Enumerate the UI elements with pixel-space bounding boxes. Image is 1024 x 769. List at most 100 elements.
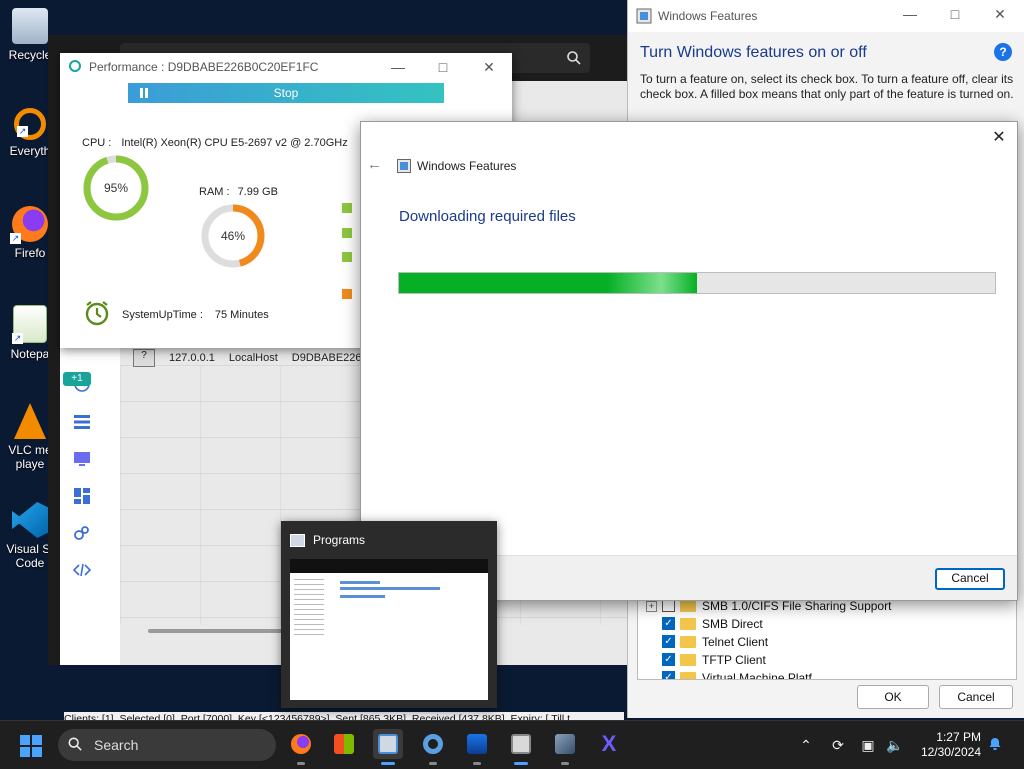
- ram-percent-label: 46%: [220, 229, 246, 243]
- close-button[interactable]: ✕: [990, 4, 1010, 24]
- back-arrow-icon[interactable]: ←: [367, 157, 383, 173]
- recycle-bin-icon: [12, 8, 48, 44]
- clock-time: 1:27 PM: [936, 730, 981, 744]
- monitor-icon[interactable]: [73, 450, 91, 468]
- help-icon[interactable]: ?: [994, 43, 1012, 61]
- ok-button[interactable]: OK: [857, 685, 929, 709]
- network-icon[interactable]: ▣: [858, 735, 878, 755]
- dialog-heading: Downloading required files: [399, 208, 576, 225]
- features-title: Windows Features: [658, 9, 758, 23]
- cpu-key: CPU :: [82, 137, 112, 149]
- expand-icon[interactable]: +: [646, 601, 657, 612]
- chevron-up-icon[interactable]: ⌃: [796, 735, 816, 755]
- taskbar-monitor-app[interactable]: [462, 729, 492, 765]
- search-icon[interactable]: [566, 50, 582, 66]
- cancel-button[interactable]: Cancel: [939, 685, 1013, 709]
- everything-search-icon: ↗: [14, 108, 46, 140]
- programs-window-icon: [290, 534, 305, 547]
- taskbar-x-app[interactable]: X: [594, 729, 624, 759]
- notification-bell-icon[interactable]: [988, 737, 1002, 751]
- feature-checkbox[interactable]: ✓: [662, 653, 675, 666]
- close-button[interactable]: ✕: [479, 57, 499, 77]
- feature-label: SMB 1.0/CIFS File Sharing Support: [702, 599, 892, 613]
- taskbar-features[interactable]: [506, 729, 536, 765]
- close-icon[interactable]: ✕: [989, 128, 1009, 148]
- programs-taskbar-preview[interactable]: Programs: [281, 521, 497, 708]
- performance-title-bar[interactable]: Performance : D9DBABE226B0C20EF1FC — □ ✕: [60, 53, 512, 81]
- minimize-button[interactable]: —: [388, 57, 408, 77]
- feature-item[interactable]: ✓ Telnet Client: [638, 633, 1016, 651]
- new-client-badge: +1: [63, 372, 91, 386]
- download-progress-bar: [398, 272, 996, 294]
- code-icon[interactable]: [73, 561, 91, 579]
- performance-app-icon: [69, 60, 81, 72]
- search-label: Search: [94, 737, 139, 753]
- folder-icon: [680, 618, 696, 630]
- windows-logo-icon: [32, 735, 42, 745]
- feature-checkbox[interactable]: ✓: [662, 635, 675, 648]
- cancel-button[interactable]: Cancel: [935, 568, 1005, 590]
- folder-icon: [680, 636, 696, 648]
- system-clock[interactable]: 1:27 PM 12/30/2024: [885, 730, 981, 760]
- taskbar-search[interactable]: Search: [58, 729, 276, 761]
- maximize-button[interactable]: □: [433, 57, 453, 77]
- client-table-row[interactable]: ? 127.0.0.1 LocalHost D9DBABE226B0: [133, 349, 389, 367]
- features-title-bar[interactable]: Windows Features — □ ✕: [628, 0, 1024, 32]
- installer-icon: [555, 734, 575, 754]
- taskbar-programs[interactable]: [373, 729, 403, 765]
- performance-title: Performance : D9DBABE226B0C20EF1FC: [89, 60, 319, 74]
- maximize-button[interactable]: □: [945, 4, 965, 24]
- shortcut-arrow-icon: ↗: [17, 126, 28, 137]
- x-logo-icon: X: [601, 731, 617, 756]
- unknown-flag-icon: ?: [133, 349, 155, 367]
- gear-icon: [423, 734, 443, 754]
- stop-button[interactable]: Stop: [128, 83, 444, 103]
- feature-item[interactable]: ✓ Virtual Machine Platf...: [638, 669, 1016, 680]
- firefox-icon: [291, 734, 311, 754]
- preview-sidebar: [294, 579, 324, 639]
- taskbar-installer[interactable]: [550, 729, 580, 765]
- client-ip: 127.0.0.1: [169, 351, 215, 364]
- shortcut-arrow-icon: ↗: [10, 233, 21, 244]
- feature-label: Virtual Machine Platf...: [702, 671, 822, 680]
- uptime-key: SystemUpTime :: [122, 309, 203, 321]
- taskbar-firefox[interactable]: [286, 729, 316, 765]
- start-button[interactable]: [20, 735, 42, 757]
- sync-icon[interactable]: ⟳: [828, 735, 848, 755]
- running-indicator: [429, 762, 437, 765]
- preview-titlebar: [290, 559, 488, 573]
- taskbar-store[interactable]: [329, 729, 359, 759]
- vlc-cone-icon: [14, 403, 46, 439]
- running-indicator: [473, 762, 481, 765]
- cpu-info: CPU : Intel(R) Xeon(R) CPU E5-2697 v2 @ 2…: [82, 137, 348, 149]
- preview-title: Programs: [313, 533, 366, 547]
- windows-features-icon: [397, 159, 411, 173]
- feature-checkbox[interactable]: ✓: [662, 617, 675, 630]
- dashboard-icon[interactable]: [73, 487, 91, 505]
- minimize-button[interactable]: —: [900, 4, 920, 24]
- taskbar-settings[interactable]: [418, 729, 448, 765]
- windows-logo-icon: [32, 747, 42, 757]
- taskbar: Search X ⌃ ⟳ ▣ 🔈 1:27 PM 12/30/2024: [0, 720, 1024, 769]
- programs-icon: [378, 734, 398, 754]
- feature-item[interactable]: ✓ SMB Direct: [638, 615, 1016, 633]
- system-uptime: SystemUpTime : 75 Minutes: [122, 309, 269, 321]
- cpu-value: Intel(R) Xeon(R) CPU E5-2697 v2 @ 2.70GH…: [121, 137, 348, 149]
- settings-cogs-icon[interactable]: [73, 524, 91, 542]
- vscode-icon: [12, 502, 48, 538]
- shortcut-arrow-icon: ↗: [12, 333, 23, 344]
- preview-line: [340, 587, 440, 590]
- performance-monitor-icon: [467, 734, 487, 754]
- preview-image: [290, 559, 488, 700]
- features-tree: + SMB 1.0/CIFS File Sharing Support ✓ SM…: [637, 596, 1017, 680]
- clock-icon: [85, 301, 109, 326]
- running-indicator: [561, 762, 569, 765]
- list-icon[interactable]: [73, 413, 91, 431]
- preview-line: [340, 595, 385, 598]
- clock-date: 12/30/2024: [920, 745, 981, 759]
- running-indicator: [297, 762, 305, 765]
- feature-item[interactable]: ✓ TFTP Client: [638, 651, 1016, 669]
- features-description: To turn a feature on, select its check b…: [640, 72, 1014, 101]
- feature-checkbox[interactable]: ✓: [662, 671, 675, 679]
- legend-marker: [342, 252, 352, 262]
